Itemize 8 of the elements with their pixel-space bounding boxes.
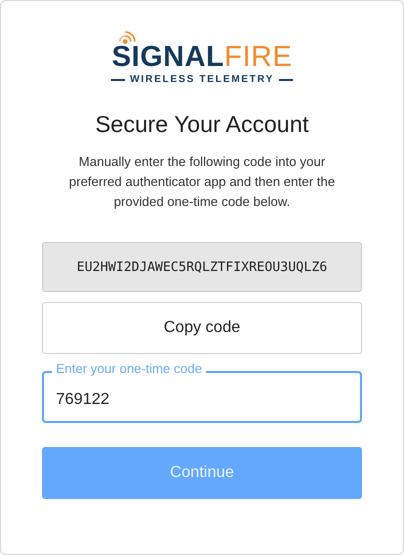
logo-tagline: WIRELESS TELEMETRY — [130, 74, 274, 85]
secret-code: EU2HWI2DJAWEC5RQLZTFIXREOU3UQLZ6 — [42, 242, 362, 292]
page-title: Secure Your Account — [94, 111, 310, 138]
field-label: Enter your one-time code — [52, 362, 206, 376]
logo-text: SIGNAL — [112, 43, 224, 72]
copy-code-button[interactable]: Copy code — [42, 302, 362, 354]
logo-text: FIRE — [224, 43, 292, 72]
instructions-text: Manually enter the following code into your preferred authenticator app and then enter the provided one-time code below. — [68, 153, 336, 211]
